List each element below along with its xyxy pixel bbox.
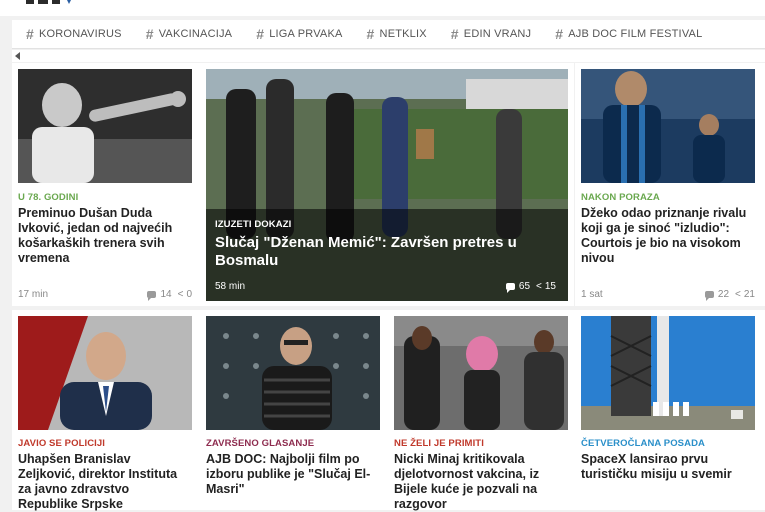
article-card-nicki-minaj[interactable]: NE ŽELI JE PRIMITI Nicki Minaj kritikova…	[388, 310, 575, 512]
share-count: 0	[186, 289, 192, 300]
article-title[interactable]: SpaceX lansirao prvu turističku misiju u…	[581, 452, 753, 482]
tag-vakcinacija[interactable]: # VAKCINACIJA	[146, 26, 233, 42]
site-header	[0, 0, 765, 16]
article-stats: 14 < 0	[147, 289, 192, 301]
share-icon: <	[536, 281, 542, 292]
comment-count: 14	[160, 289, 172, 300]
hash-icon: #	[26, 26, 34, 42]
share-icon: <	[177, 289, 184, 300]
article-card-zeljkovic[interactable]: JAVIO SE POLICIJI Uhapšen Branislav Zelj…	[12, 310, 200, 512]
article-kicker: IZUZETI DOKAZI	[215, 219, 292, 230]
article-title[interactable]: Nicki Minaj kritikovala djelotvornost va…	[394, 452, 566, 512]
hash-icon: #	[555, 26, 564, 42]
article-kicker: NE ŽELI JE PRIMITI	[394, 438, 484, 449]
article-title[interactable]: Uhapšen Branislav Zeljković, direktor In…	[18, 452, 190, 512]
article-title[interactable]: AJB DOC: Najbolji film po izboru publike…	[206, 452, 378, 497]
article-card-dzeko[interactable]: NAKON PORAZA Džeko odao priznanje rivalu…	[575, 63, 765, 306]
article-card-spacex[interactable]: ČETVEROČLANA POSADA SpaceX lansirao prvu…	[575, 310, 765, 510]
tags-scroll-row	[12, 50, 765, 62]
article-card-ajb-doc[interactable]: ZAVRŠENO GLASANJE AJB DOC: Najbolji film…	[200, 310, 388, 510]
article-image	[18, 69, 192, 183]
article-card-memic[interactable]: IZUZETI DOKAZI Slučaj "Dženan Memić": Za…	[200, 63, 574, 306]
article-stats: 22 < 21	[704, 289, 755, 301]
article-image	[18, 316, 192, 430]
comment-icon	[147, 291, 157, 301]
comment-count: 22	[717, 289, 730, 300]
tag-edin-vranj[interactable]: # EDIN VRANJ	[451, 26, 531, 42]
trending-tags-bar: # KORONAVIRUS # VAKCINACIJA # LIGA PRVAKA #…	[12, 20, 765, 49]
tag-koronavirus[interactable]: # KORONAVIRUS	[26, 26, 122, 42]
scroll-left-icon[interactable]	[15, 52, 20, 60]
article-kicker: ZAVRŠENO GLASANJE	[206, 438, 315, 449]
share-icon: <	[735, 289, 741, 300]
hash-icon: #	[145, 26, 154, 42]
comment-icon	[704, 291, 714, 301]
article-kicker: U 78. GODINI	[18, 192, 79, 203]
site-logo[interactable]	[22, 0, 92, 10]
tag-liga-prvaka[interactable]: # LIGA PRVAKA	[256, 26, 342, 42]
article-image	[394, 316, 568, 430]
share-count: 15	[544, 281, 556, 292]
share-count: 21	[743, 289, 755, 300]
article-title[interactable]: Preminuo Dušan Duda Ivković, jedan od na…	[18, 206, 188, 266]
comment-count: 65	[518, 281, 531, 292]
article-image	[581, 316, 755, 430]
article-time: 58 min	[215, 281, 246, 292]
hash-icon: #	[256, 26, 265, 42]
article-kicker: ČETVEROČLANA POSADA	[581, 438, 705, 449]
article-stats: 65 < 15	[505, 281, 556, 293]
hash-icon: #	[450, 26, 459, 42]
comment-icon	[505, 283, 515, 293]
tag-netklix[interactable]: # NETKLIX	[367, 26, 427, 42]
article-time: 17 min	[18, 289, 49, 300]
article-kicker: JAVIO SE POLICIJI	[18, 438, 106, 449]
article-time: 1 sat	[581, 289, 603, 300]
tag-ajb-doc[interactable]: # AJB DOC FILM FESTIVAL	[555, 26, 702, 42]
hash-icon: #	[366, 26, 375, 42]
article-title[interactable]: Džeko odao priznanje rivalu koji ga je s…	[581, 206, 751, 266]
article-card-ivkovic[interactable]: U 78. GODINI Preminuo Dušan Duda Ivković…	[12, 63, 200, 306]
article-kicker: NAKON PORAZA	[581, 192, 660, 203]
article-image	[206, 316, 380, 430]
article-title[interactable]: Slučaj "Dženan Memić": Završen pretres u…	[215, 234, 535, 270]
article-image	[581, 69, 755, 183]
